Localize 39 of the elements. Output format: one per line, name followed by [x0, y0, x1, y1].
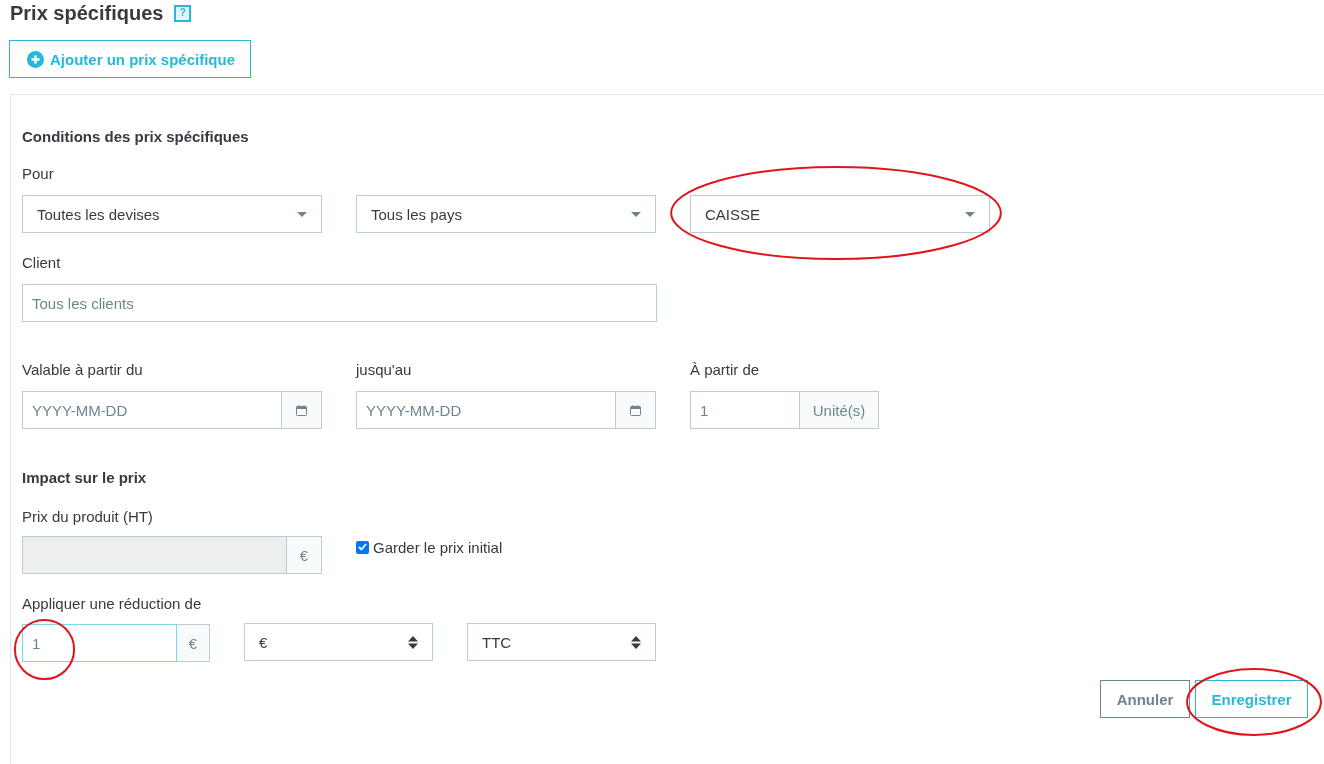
unit-addon: € [177, 624, 210, 662]
field-label: Prix du produit (HT) [22, 507, 154, 527]
dropdown-select[interactable]: Toutes les devises [22, 195, 322, 233]
dropdown-select[interactable]: Tous les pays [356, 195, 656, 233]
caret-down-icon [631, 211, 641, 217]
add-specific-price-button[interactable]: Ajouter un prix spécifique [9, 40, 252, 78]
cancel-button[interactable]: Annuler [1100, 680, 1190, 718]
date-field[interactable]: YYYY-MM-DD [22, 391, 282, 429]
calendar-icon [630, 404, 641, 416]
up-down-arrows-icon [631, 635, 641, 649]
calendar-icon [296, 404, 307, 416]
plus-circle-icon [27, 50, 44, 68]
field-label: Client [22, 253, 62, 273]
dropdown-select[interactable]: TTC [467, 623, 656, 661]
date-field[interactable]: YYYY-MM-DD [356, 391, 616, 429]
checkbox-label[interactable]: Garder le prix initial [373, 538, 503, 556]
field-label: À partir de [690, 360, 761, 380]
checkbox[interactable] [356, 540, 369, 554]
field-label: Valable à partir du [22, 360, 144, 380]
section-heading: Impact sur le prix [22, 468, 148, 488]
dropdown-select[interactable]: CAISSE [690, 195, 990, 233]
save-button[interactable]: Enregistrer [1195, 680, 1308, 718]
caret-down-icon [965, 211, 975, 217]
dropdown-select[interactable]: € [244, 623, 433, 661]
up-down-arrows-icon [408, 635, 418, 649]
unit-addon: € [287, 536, 322, 574]
quantity-field[interactable]: 1 [690, 391, 800, 429]
unit-addon: Unité(s) [800, 391, 879, 429]
calendar-button[interactable] [616, 391, 656, 429]
reduction-field[interactable]: 1 [22, 624, 177, 662]
field-label: Appliquer une réduction de [22, 594, 202, 614]
caret-down-icon [297, 211, 307, 217]
field-label: Pour [22, 164, 55, 184]
calendar-button[interactable] [282, 391, 322, 429]
field-label: jusqu'au [356, 360, 413, 380]
help-icon[interactable]: ? [174, 4, 192, 22]
section-title: Prix spécifiques [10, 1, 164, 25]
section-heading: Conditions des prix spécifiques [22, 127, 250, 147]
customer-field[interactable]: Tous les clients [22, 284, 657, 322]
